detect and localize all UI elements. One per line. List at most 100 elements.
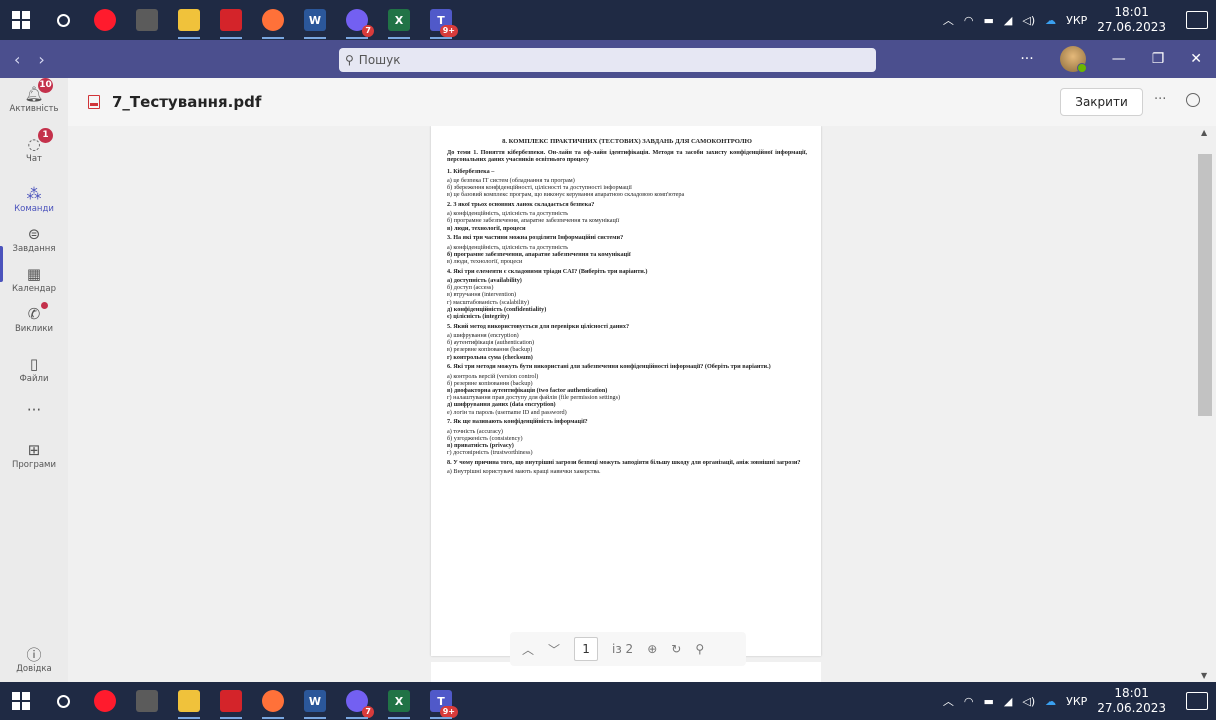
taskbar-acrobat-button[interactable] [210, 0, 252, 40]
more-options-button[interactable]: ··· [1020, 51, 1033, 67]
language-indicator[interactable]: УКР [1066, 695, 1087, 708]
taskbar-search-button[interactable] [42, 0, 84, 40]
minimize-icon[interactable]: — [1112, 51, 1126, 67]
pdf-option: б) збереження конфіденційності, ціліснос… [447, 184, 632, 192]
network-icon[interactable]: ◢ [1004, 695, 1012, 708]
taskbar-viber-button[interactable]: 7 [336, 0, 378, 40]
avatar[interactable] [1059, 46, 1087, 73]
calls-dot [41, 302, 48, 309]
clock[interactable]: 18:01 27.06.2023 [1097, 686, 1166, 716]
rail-item-files[interactable]: ▯ Файли [0, 354, 68, 384]
rail-item-calls[interactable]: ✆ Виклики [0, 302, 68, 334]
pdf-question: 7. Як ще називають конфіденційність інфо… [447, 418, 588, 426]
rail-item-activity[interactable]: 🔔︎ 10 Активність [0, 78, 68, 114]
notifications-icon[interactable] [1186, 692, 1208, 710]
notifications-icon[interactable] [1186, 11, 1208, 29]
pdf-option: є) цілісність (integrity) [447, 313, 510, 321]
battery-icon[interactable]: ▬ [983, 695, 993, 708]
more-options-button[interactable]: ··· [1154, 92, 1166, 107]
rail-item-more[interactable]: ··· [0, 400, 68, 420]
back-arrow-icon[interactable]: ‹ [14, 50, 20, 69]
pdf-viewer[interactable]: 8. КОМПЛЕКС ПРАКТИЧНИХ (ТЕСТОВИХ) ЗАВДАН… [68, 126, 1198, 682]
rail-item-teams[interactable]: ⁂ Команди [0, 184, 68, 214]
search-placeholder: Пошук [358, 53, 401, 67]
scroll-down-icon[interactable]: ▼ [1201, 671, 1207, 680]
taskbar-windows-start-button[interactable] [0, 682, 42, 720]
taskbar-search-button[interactable] [42, 682, 84, 720]
taskbar-teams-button[interactable]: T 9+ [420, 682, 462, 720]
taskbar-word-button[interactable]: W [294, 0, 336, 40]
running-indicator [262, 717, 284, 719]
rail-item-apps[interactable]: ⊞ Програми [0, 440, 68, 470]
page-number-input[interactable]: 1 [574, 637, 599, 661]
rail-label: Чат [26, 154, 42, 164]
zoom-in-icon[interactable]: ⊕ [647, 642, 657, 656]
taskbar-firefox-button[interactable] [252, 682, 294, 720]
volume-icon[interactable]: ◁) [1022, 695, 1035, 708]
volume-icon[interactable]: ◁) [1022, 14, 1035, 27]
chevron-up-icon[interactable]: ︿ [522, 641, 534, 658]
chevron-up-icon[interactable]: ︿ [943, 693, 954, 709]
taskbar-opera-button[interactable] [84, 682, 126, 720]
taskbar-word-button[interactable]: W [294, 682, 336, 720]
taskbar-windows-start-button[interactable] [0, 0, 42, 40]
forward-arrow-icon[interactable]: › [38, 50, 44, 69]
taskbar-excel-button[interactable]: X [378, 682, 420, 720]
rail-item-calendar[interactable]: ▦ Календар [0, 264, 68, 294]
windows-start-icon [10, 9, 32, 31]
language-indicator[interactable]: УКР [1066, 14, 1087, 27]
chat-badge: 1 [38, 128, 53, 143]
chevron-down-icon[interactable]: ﹀ [548, 641, 560, 658]
clock-date: 27.06.2023 [1097, 701, 1166, 715]
taskbar-opera-button[interactable] [84, 0, 126, 40]
restore-icon[interactable]: ❐ [1152, 51, 1165, 67]
wifi-icon[interactable]: ◠ [964, 14, 974, 27]
pdf-question: 2. З якої трьох основних ланок складаєть… [447, 201, 595, 209]
bell-icon: 🔔︎ 10 [24, 78, 53, 103]
clock-date: 27.06.2023 [1097, 20, 1166, 34]
rail-item-chat[interactable]: ◌ 1 Чат [0, 128, 68, 164]
pdf-option: а) контроль версій (version control) [447, 372, 539, 380]
rail-item-help[interactable]: ⓘ Довідка [0, 644, 68, 675]
taskbar-calculator-button[interactable] [126, 682, 168, 720]
clock[interactable]: 18:01 27.06.2023 [1097, 5, 1166, 35]
taskbar-teams-button[interactable]: T 9+ [420, 0, 462, 40]
taskbar-viber-button[interactable]: 7 [336, 682, 378, 720]
battery-icon[interactable]: ▬ [983, 14, 993, 27]
rail-label: Файли [19, 374, 49, 384]
taskbar-acrobat-button[interactable] [210, 682, 252, 720]
onedrive-icon[interactable]: ☁ [1045, 14, 1056, 27]
system-tray: ︿ ◠ ▬ ◢ ◁) ☁ УКР 18:01 27.06.2023 [943, 686, 1216, 716]
search-icon[interactable]: ⚲ [695, 642, 704, 656]
close-window-icon[interactable]: ✕ [1190, 51, 1202, 67]
scroll-up-icon[interactable]: ▲ [1201, 128, 1207, 137]
pdf-page: 8. КОМПЛЕКС ПРАКТИЧНИХ (ТЕСТОВИХ) ЗАВДАН… [431, 126, 821, 656]
running-indicator [178, 37, 200, 39]
teams-title-bar: ‹ › ⚲ Пошук ··· — ❐ ✕ [0, 40, 1216, 78]
taskbar-excel-button[interactable]: X [378, 0, 420, 40]
taskbar-file-explorer-button[interactable] [168, 0, 210, 40]
pdf-option: б) доступ (access) [447, 284, 494, 292]
pdf-subtitle: До теми 1. Поняття кібербезпеки. Он-лайн… [447, 149, 807, 164]
rail-item-assignments[interactable]: ⊜ Завдання [0, 224, 68, 254]
file-explorer-icon [178, 9, 200, 31]
onedrive-icon[interactable]: ☁ [1045, 695, 1056, 708]
search-input[interactable]: ⚲ Пошук [339, 48, 876, 72]
taskbar-firefox-button[interactable] [252, 0, 294, 40]
scrollbar[interactable]: ▲ ▼ [1198, 126, 1216, 682]
close-button[interactable]: Закрити [1060, 88, 1143, 116]
taskbar-file-explorer-button[interactable] [168, 682, 210, 720]
network-icon[interactable]: ◢ [1004, 14, 1012, 27]
pdf-question: 8. У чому причина того, що внутрішні заг… [447, 459, 801, 467]
pdf-option: а) конфіденційність, цілісність та досту… [447, 210, 569, 218]
rotate-icon[interactable]: ↻ [671, 642, 681, 656]
wifi-icon[interactable]: ◠ [964, 695, 974, 708]
taskbar-calculator-button[interactable] [126, 0, 168, 40]
word-icon: W [304, 690, 326, 712]
taskbar-top: W 7 X T 9+ ︿ ◠ ▬ ◢ ◁) ☁ УКР 18:01 27.06.2023 [0, 0, 1216, 40]
pdf-option: а) конфіденційність, цілісність та досту… [447, 243, 569, 251]
conversation-icon[interactable] [1186, 93, 1200, 107]
chevron-up-icon[interactable]: ︿ [943, 12, 954, 28]
taskbar-badge: 7 [362, 25, 374, 37]
scrollbar-thumb[interactable] [1198, 154, 1212, 416]
